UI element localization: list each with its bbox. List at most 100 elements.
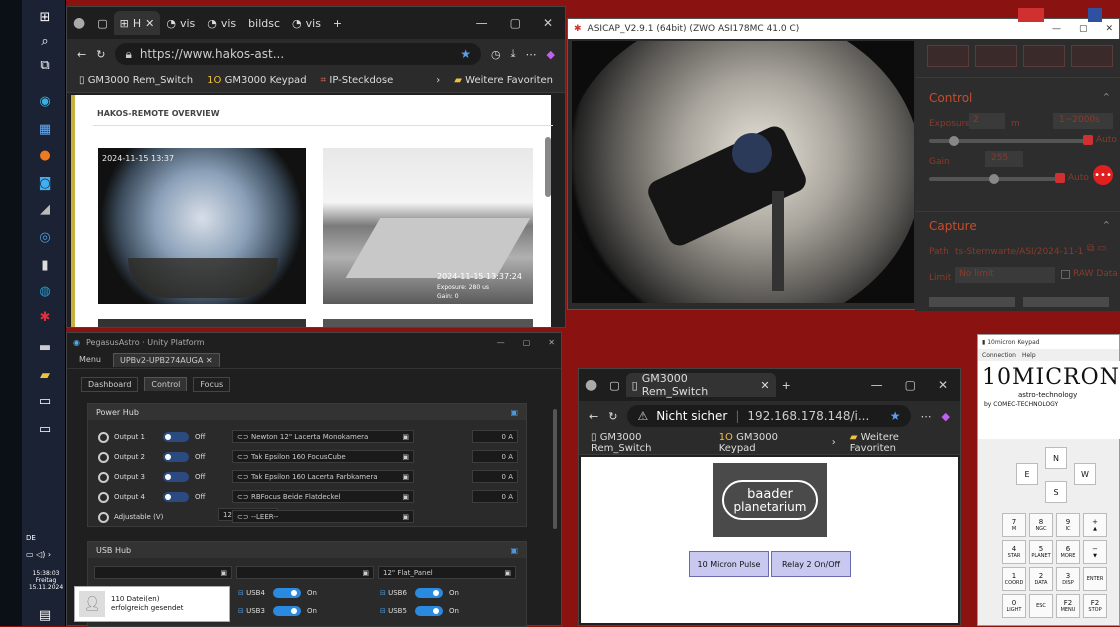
exposure-slider[interactable] (929, 136, 1089, 146)
output-toggle[interactable] (163, 452, 189, 462)
usb-tool-icon[interactable]: ▮ (33, 254, 57, 276)
more-favorites[interactable]: ▰ Weitere Favoriten (454, 75, 553, 86)
fav-gm3000-keypad[interactable]: 1O GM3000 Keypad (719, 432, 818, 454)
help-icon[interactable]: ▣ (510, 408, 518, 417)
save-icon[interactable]: ▣ (402, 513, 409, 521)
menu-button[interactable]: Menu (73, 353, 107, 366)
tab-bildsc[interactable]: bildsc (242, 11, 286, 35)
camera-image-4[interactable] (323, 319, 533, 327)
tab-vis-2[interactable]: ◔ vis (201, 11, 242, 35)
output-name-field-3[interactable]: ⊂⊃ Tak Epsilon 160 Lacerta Farbkamera ▣ (232, 470, 414, 483)
checkbox-checked-icon[interactable] (1083, 135, 1093, 145)
address-bar[interactable]: 🔒︎ https://www.hakos-ast... ★ (115, 43, 482, 65)
pegasus-scrollbar[interactable] (553, 409, 557, 529)
keypad-app-icon-2[interactable]: ▭ (33, 418, 57, 440)
key-9-ic[interactable]: 9 IC (1056, 513, 1080, 537)
back-icon[interactable]: ← (77, 48, 86, 61)
chevron-up-icon[interactable]: ⌃ (1102, 219, 1111, 232)
back-icon[interactable]: ← (589, 410, 598, 423)
usb-toggle[interactable] (414, 588, 443, 598)
chevron-right-icon[interactable]: › (832, 437, 836, 448)
tab-hakos[interactable]: ⊞ H ✕ (113, 11, 161, 35)
slider-knob[interactable] (949, 136, 959, 146)
key-8-ngc[interactable]: 8 NGC (1029, 513, 1053, 537)
capture-button[interactable] (1023, 297, 1109, 307)
refresh-icon[interactable]: ↻ (608, 410, 617, 423)
close-icon[interactable]: ✕ (145, 17, 154, 30)
key-esc[interactable]: ESC (1029, 594, 1053, 618)
history-icon[interactable]: ◷ (491, 48, 501, 61)
telescope-camera-view[interactable] (572, 41, 914, 303)
tab-focus[interactable]: Focus (193, 376, 231, 392)
micron-pulse-button[interactable]: 10 Micron Pulse (689, 551, 769, 577)
desktop-app-icon[interactable] (1018, 8, 1044, 22)
output-name-field-4[interactable]: ⊂⊃ RBFocus Beide Flatdeckel ▣ (232, 490, 414, 503)
search-icon[interactable]: ⌕ (33, 30, 57, 52)
refresh-icon[interactable]: ↻ (96, 48, 105, 61)
profile-icon[interactable]: ● (67, 11, 91, 35)
new-tab-icon[interactable]: + (776, 373, 797, 397)
exposure-auto[interactable]: Auto (1083, 135, 1117, 145)
asicap-icon[interactable]: ✱ (33, 306, 57, 328)
output-toggle[interactable] (163, 492, 189, 502)
gain-slider[interactable] (929, 174, 1059, 184)
usb-name-field-3[interactable]: 12" Flat_Panel ▣ (378, 566, 516, 579)
limit-select[interactable]: No limit (955, 267, 1055, 283)
close-icon[interactable]: ✕ (206, 356, 213, 365)
key-4-star[interactable]: 4 STAR (1002, 540, 1026, 564)
save-icon[interactable]: ▣ (402, 493, 409, 501)
usb-toggle[interactable] (414, 606, 443, 616)
folder-icon[interactable]: ▰ (33, 364, 57, 386)
relay-2-button[interactable]: Relay 2 On/Off (771, 551, 851, 577)
copilot-icon[interactable]: ◆ (547, 48, 555, 61)
menu-connection[interactable]: Connection (982, 352, 1016, 359)
new-tab-icon[interactable]: + (327, 11, 348, 35)
allsky-camera-image[interactable]: 2024-11-15 13:37 (98, 148, 306, 304)
copilot-icon[interactable]: ◆ (942, 410, 950, 423)
checkbox-icon[interactable] (1061, 269, 1070, 279)
north-button[interactable]: N (1045, 447, 1067, 469)
minimize-icon[interactable]: — (497, 338, 505, 347)
favorite-star-icon[interactable]: ★ (890, 409, 901, 423)
save-icon[interactable]: ▣ (402, 453, 409, 461)
capture-button[interactable] (929, 297, 1015, 307)
key-3-disp[interactable]: 3 DISP (1056, 567, 1080, 591)
west-button[interactable]: W (1074, 463, 1096, 485)
folder-icon[interactable]: ⧉ ▭ (1087, 243, 1107, 254)
tab-actions-icon[interactable]: ▢ (603, 373, 625, 397)
minimize-icon[interactable]: — (871, 378, 883, 392)
firefox-icon[interactable]: ● (33, 144, 57, 166)
power-icon[interactable] (98, 511, 109, 523)
more-icon[interactable]: ⋯ (921, 410, 932, 423)
checkbox-checked-icon[interactable] (1055, 173, 1065, 183)
tab-actions-icon[interactable]: ▢ (91, 11, 113, 35)
close-window-icon[interactable]: ✕ (938, 378, 948, 392)
windows-start-icon[interactable]: ⊞ (33, 6, 57, 28)
save-icon[interactable]: ▣ (402, 433, 409, 441)
key-enter[interactable]: ENTER (1083, 567, 1107, 591)
language-indicator[interactable]: DE (26, 534, 36, 542)
key-plus[interactable]: + ▲ (1083, 513, 1107, 537)
task-view-icon[interactable]: ⧉ (33, 54, 57, 76)
gain-auto[interactable]: Auto (1055, 173, 1089, 183)
save-icon[interactable]: ▣ (220, 569, 227, 577)
tab-dashboard[interactable]: Dashboard (81, 376, 139, 392)
east-button[interactable]: E (1016, 463, 1038, 485)
calculator-icon[interactable]: ▦ (33, 118, 57, 140)
power-icon[interactable] (98, 471, 109, 483)
more-favorites[interactable]: ▰ Weitere Favoriten (850, 432, 948, 454)
notification-toast[interactable]: 👤︎ 110 Datei(en) erfolgreich gesendet (74, 586, 230, 622)
fav-gm3000-rem-switch[interactable]: ▯ GM3000 Rem_Switch (79, 75, 193, 86)
desktop-app-icon-2[interactable] (1088, 8, 1102, 22)
mode-button[interactable] (1071, 45, 1113, 67)
key-7-m[interactable]: 7M (1002, 513, 1026, 537)
page-scrollbar[interactable] (545, 137, 551, 197)
maximize-icon[interactable]: ▢ (1079, 24, 1088, 34)
terminal-icon[interactable]: ▬ (33, 336, 57, 358)
close-icon[interactable]: ✕ (760, 379, 769, 392)
tray-icons[interactable]: ▭ ◁) › (26, 550, 51, 559)
download-icon[interactable]: ⤓ (511, 47, 516, 61)
close-window-icon[interactable]: ✕ (1105, 24, 1113, 34)
tab-gm3000[interactable]: ▯ GM3000 Rem_Switch ✕ (625, 372, 776, 398)
notification-icon[interactable]: ▤ (33, 604, 57, 626)
